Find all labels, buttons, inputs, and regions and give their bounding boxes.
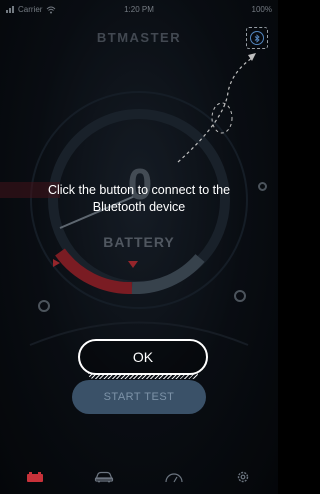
- tutorial-overlay: [0, 0, 278, 494]
- ok-button[interactable]: OK: [78, 339, 208, 379]
- speedometer-icon: [165, 473, 183, 483]
- app-screen: Carrier 1:20 PM 100% BTMASTER 0 BATTERY …: [0, 0, 278, 494]
- tab-settings[interactable]: [209, 460, 279, 494]
- battery-icon: [26, 472, 43, 482]
- tutorial-message: Click the button to connect to the Bluet…: [47, 183, 231, 214]
- gear-icon: [238, 471, 249, 483]
- tab-car[interactable]: [70, 460, 140, 494]
- tab-speedometer[interactable]: [139, 460, 209, 494]
- car-icon: [95, 471, 114, 483]
- start-test-button[interactable]: START TEST: [72, 380, 206, 414]
- bottom-tab-bar: [0, 460, 278, 494]
- tab-battery[interactable]: [0, 460, 70, 494]
